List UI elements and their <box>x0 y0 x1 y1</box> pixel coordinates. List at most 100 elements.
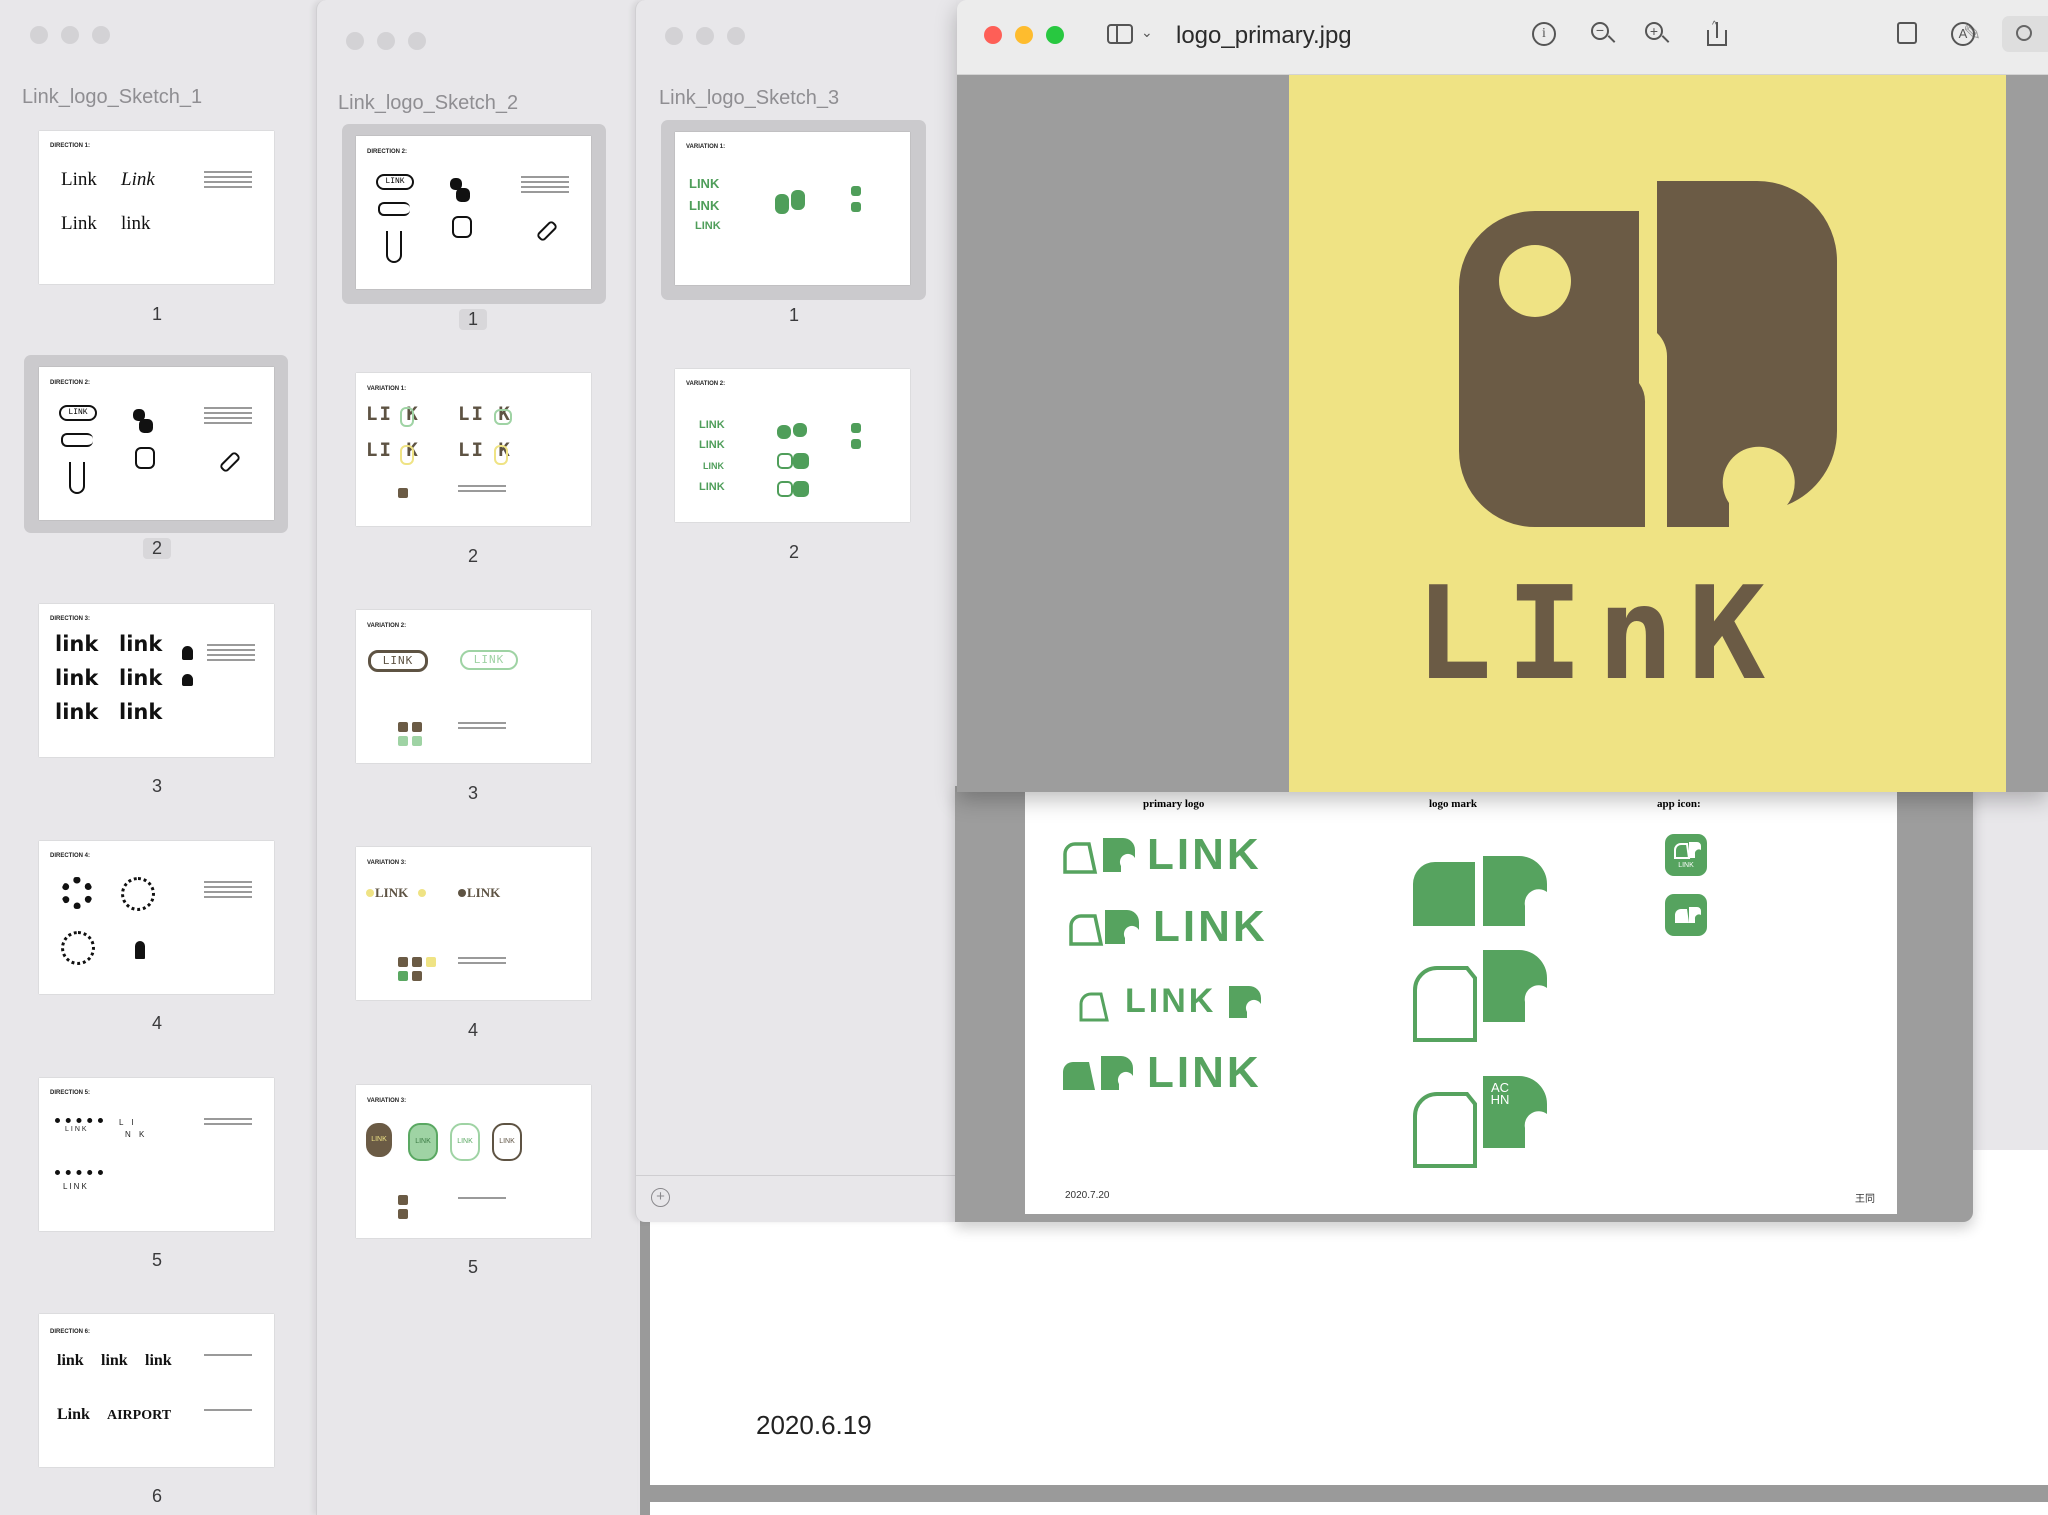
slide-header: DIRECTION 2: <box>50 380 91 386</box>
slide-header: VARIATION 3: <box>367 1098 407 1104</box>
minimize-button[interactable] <box>1015 26 1033 44</box>
page-thumbnail-3[interactable]: DIRECTION 3: link link link link link li… <box>39 604 274 757</box>
slide-header: VARIATION 1: <box>367 386 407 392</box>
logo-mark-text: AC HN <box>1490 1080 1510 1107</box>
zoom-in-icon[interactable]: + <box>1645 22 1670 44</box>
share-icon[interactable]: ^ <box>1707 21 1727 46</box>
slide-header: DIRECTION 4: <box>50 853 91 859</box>
bottom-document-date: 2020.6.19 <box>756 1410 872 1440</box>
image-canvas: LInK <box>957 75 2048 792</box>
window-title: Link_logo_Sketch_3 <box>659 87 840 109</box>
info-icon[interactable]: i <box>1532 22 1556 46</box>
zoom-button[interactable] <box>1046 26 1064 44</box>
logo-wordmark: LInK <box>1415 560 1780 709</box>
page-thumbnail-2[interactable]: VARIATION 1: LI K LI K LI K LI K <box>356 373 591 526</box>
page-number: 2 <box>788 542 799 562</box>
page-thumbnail-5[interactable]: DIRECTION 5: LINK L I N K LINK <box>39 1078 274 1231</box>
primary-logo-text: LINK <box>1147 1048 1262 1097</box>
slide-header: DIRECTION 1: <box>50 143 91 149</box>
close-button[interactable] <box>984 26 1002 44</box>
page-thumbnail-1[interactable]: DIRECTION 1: Link Link Link link <box>39 131 274 284</box>
window-controls[interactable] <box>346 32 426 50</box>
page-number: 3 <box>467 783 478 803</box>
slide-word: Link <box>61 169 97 190</box>
primary-logo-text: LINK <box>1147 830 1262 879</box>
slide-word: LINK <box>689 176 720 191</box>
page-thumbnail-1[interactable]: VARIATION 1: LINK LINK LINK <box>675 132 910 285</box>
slide-word: LINK <box>450 1123 480 1161</box>
app-icon: LINK <box>1665 834 1707 876</box>
slide-header: VARIATION 1: <box>686 144 726 150</box>
slide-word: LINK <box>366 1123 392 1157</box>
sketch2-window[interactable]: Link_logo_Sketch_2 DIRECTION 2: LINK 1 V… <box>316 0 637 1515</box>
column-heading-primary: primary logo <box>1143 798 1205 810</box>
slide-word: Link <box>57 1406 90 1423</box>
column-heading-app: app icon: <box>1657 798 1701 810</box>
window-controls[interactable] <box>30 26 110 44</box>
preview-window[interactable]: ⌄ logo_primary.jpg i − + ^ ✎ ⌄ LInK <box>957 0 2048 792</box>
slide-word: LINK <box>492 1123 522 1161</box>
column-heading-mark: logo mark <box>1429 798 1477 810</box>
page-thumbnail-4[interactable]: DIRECTION 4: <box>39 841 274 994</box>
slide-word: LINK <box>59 405 97 421</box>
page-thumbnail-2[interactable]: DIRECTION 2: LINK <box>39 367 274 520</box>
window-controls[interactable] <box>665 27 745 45</box>
sketch1-window[interactable]: Link_logo_Sketch_1 DIRECTION 1: Link Lin… <box>0 0 316 1515</box>
slide-word: link <box>121 213 151 234</box>
slide-word: LINK <box>63 1182 89 1191</box>
slide-word: L I <box>119 1118 137 1127</box>
slide-word: link <box>55 700 99 724</box>
slide-word: LINK <box>375 885 409 900</box>
logo-image: LInK <box>1289 75 2006 792</box>
page-thumbnail-1[interactable]: DIRECTION 2: LINK <box>356 136 591 289</box>
page-number: 2 <box>467 546 478 566</box>
page-thumbnail-5[interactable]: VARIATION 3: LINK LINK LINK LINK <box>356 1085 591 1238</box>
slide-word: LINK <box>460 650 518 670</box>
slide-word: LINK <box>699 419 725 431</box>
slide-word: link <box>55 632 99 656</box>
chevron-down-icon[interactable]: ⌄ <box>1141 24 1153 41</box>
window-title: Link_logo_Sketch_2 <box>338 92 519 114</box>
logo-mark-outline <box>1413 950 1547 1042</box>
page-number: 2 <box>143 538 171 559</box>
page-number: 4 <box>151 1013 162 1033</box>
slide-word: link <box>119 700 163 724</box>
slide-word: link <box>57 1352 84 1369</box>
logo-sheet-page: primary logo logo mark app icon: LINK LI… <box>1025 786 1897 1214</box>
slide-word: LINK <box>467 885 501 900</box>
slide-header: VARIATION 2: <box>686 381 726 387</box>
add-page-icon[interactable]: + <box>651 1188 670 1207</box>
logo-mark-filled <box>1413 856 1547 926</box>
slide-header: DIRECTION 3: <box>50 616 91 622</box>
search-field[interactable] <box>2002 16 2048 52</box>
rotate-icon[interactable] <box>1897 22 1917 44</box>
logo-sheet-window[interactable]: primary logo logo mark app icon: LINK LI… <box>955 786 1973 1222</box>
slide-word: link <box>145 1352 172 1369</box>
window-controls[interactable] <box>984 26 1064 44</box>
slide-header: VARIATION 2: <box>367 623 407 629</box>
page-thumbnail-4[interactable]: VARIATION 3: LINK LINK <box>356 847 591 1000</box>
primary-logo-text: LINK <box>1125 982 1217 1020</box>
slide-word: LINK <box>695 220 721 232</box>
slide-word: LINK <box>368 650 428 672</box>
slide-word: LINK <box>689 198 720 213</box>
page-thumbnail-3[interactable]: VARIATION 2: LINK LINK <box>356 610 591 763</box>
app-icon-label: LINK <box>1678 862 1694 869</box>
logo-mark-icon <box>1459 181 1837 527</box>
page-number: 4 <box>467 1020 478 1040</box>
sidebar-icon[interactable] <box>1107 24 1133 44</box>
slide-word: link <box>101 1352 128 1369</box>
slide-word: Link <box>61 213 97 234</box>
zoom-out-icon[interactable]: − <box>1591 22 1616 44</box>
page-number: 1 <box>788 305 799 325</box>
annotate-icon[interactable]: A <box>1951 22 1975 46</box>
slide-header: VARIATION 3: <box>367 860 407 866</box>
slide-word: LINK <box>703 461 724 471</box>
page-thumbnail-2[interactable]: VARIATION 2: LINK LINK LINK LINK <box>675 369 910 522</box>
page-number: 6 <box>151 1486 162 1506</box>
page-thumbnail-6[interactable]: DIRECTION 6: link link link Link AIRPORT <box>39 1314 274 1467</box>
slide-word: LINK <box>408 1123 438 1161</box>
sketch3-window[interactable]: Link_logo_Sketch_3 VARIATION 1: LINK LIN… <box>635 0 956 1222</box>
slide-header: DIRECTION 5: <box>50 1090 91 1096</box>
slide-word: LINK <box>699 439 725 451</box>
